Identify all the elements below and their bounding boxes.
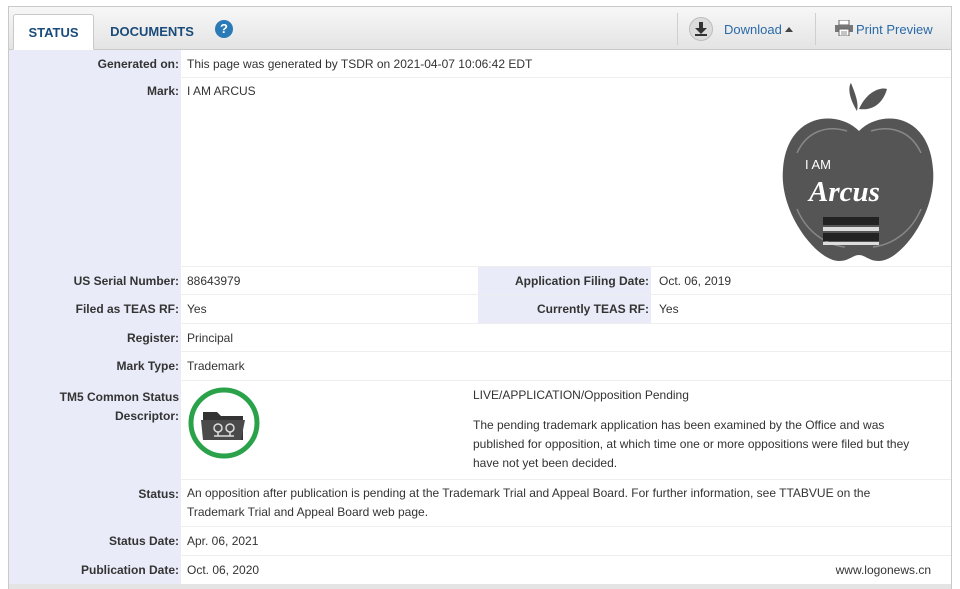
- tm5-status-description: The pending trademark application has be…: [473, 418, 910, 470]
- current-teas-value: Yes: [659, 302, 679, 316]
- register-value: Principal: [187, 331, 234, 345]
- serial-value: 88643979: [187, 274, 241, 288]
- logo-small-text: I AM: [805, 157, 831, 172]
- serial-label: US Serial Number:: [9, 267, 181, 295]
- caret-up-icon: [784, 26, 793, 32]
- generated-on-value: This page was generated by TSDR on 2021-…: [187, 57, 533, 71]
- mark-logo-image: I AM Arcus: [782, 83, 934, 262]
- status-date-value: Apr. 06, 2021: [187, 534, 259, 548]
- bottom-scroll-band: [9, 584, 951, 589]
- mark-label: Mark:: [9, 78, 181, 267]
- watermark-text: www.logonews.cn: [835, 563, 931, 577]
- toolbar-divider: [677, 13, 678, 45]
- row-status: Status: An opposition after publication …: [9, 480, 951, 527]
- row-register: Register: Principal: [9, 324, 951, 352]
- filing-date-value: Oct. 06, 2019: [659, 274, 732, 288]
- filing-date-label: Application Filing Date:: [478, 267, 651, 295]
- printer-icon: [835, 19, 853, 39]
- teas-rf-value: Yes: [187, 302, 207, 316]
- teas-rf-label: Filed as TEAS RF:: [9, 295, 181, 324]
- toolbar: STATUS DOCUMENTS ? Download Print Previe…: [9, 7, 951, 50]
- row-tm5-descriptor: TM5 Common Status Descriptor: LIVE/APPLI…: [9, 381, 951, 480]
- status-label: Status:: [9, 480, 181, 527]
- tm5-label: TM5 Common Status Descriptor:: [9, 381, 181, 480]
- download-button[interactable]: Download: [689, 15, 793, 43]
- download-arrow-icon: [689, 17, 713, 41]
- row-teas-rf: Filed as TEAS RF: Yes Currently TEAS RF:…: [9, 295, 951, 324]
- mark-value: I AM ARCUS: [187, 84, 256, 98]
- publication-date-value: Oct. 06, 2020: [187, 563, 260, 577]
- row-serial: US Serial Number: 88643979 Application F…: [9, 267, 951, 295]
- tsdr-panel: STATUS DOCUMENTS ? Download Print Previe…: [8, 6, 952, 589]
- status-value: An opposition after publication is pendi…: [187, 486, 871, 519]
- row-generated-on: Generated on: This page was generated by…: [9, 50, 951, 78]
- status-date-label: Status Date:: [9, 527, 181, 556]
- print-preview-button[interactable]: Print Preview: [835, 15, 933, 43]
- tab-status[interactable]: STATUS: [13, 14, 94, 50]
- download-label: Download: [724, 21, 782, 37]
- tm5-status-title: LIVE/APPLICATION/Opposition Pending: [473, 388, 689, 402]
- tm5-status-icon: [188, 387, 260, 459]
- mark-type-label: Mark Type:: [9, 352, 181, 381]
- mark-type-value: Trademark: [187, 359, 245, 373]
- row-mark: Mark: I AM ARCUS I AM Arcus: [9, 78, 951, 267]
- logo-large-text: Arcus: [807, 176, 880, 208]
- current-teas-label: Currently TEAS RF:: [478, 295, 651, 324]
- row-status-date: Status Date: Apr. 06, 2021: [9, 527, 951, 556]
- tab-documents[interactable]: DOCUMENTS: [99, 14, 205, 49]
- print-preview-label: Print Preview: [856, 21, 933, 37]
- help-icon[interactable]: ?: [215, 20, 233, 38]
- row-mark-type: Mark Type: Trademark: [9, 352, 951, 381]
- toolbar-divider: [815, 13, 816, 45]
- register-label: Register:: [9, 324, 181, 352]
- publication-date-label: Publication Date:: [9, 556, 181, 584]
- generated-on-label: Generated on:: [9, 50, 181, 78]
- row-publication-date: Publication Date: Oct. 06, 2020 www.logo…: [9, 556, 951, 584]
